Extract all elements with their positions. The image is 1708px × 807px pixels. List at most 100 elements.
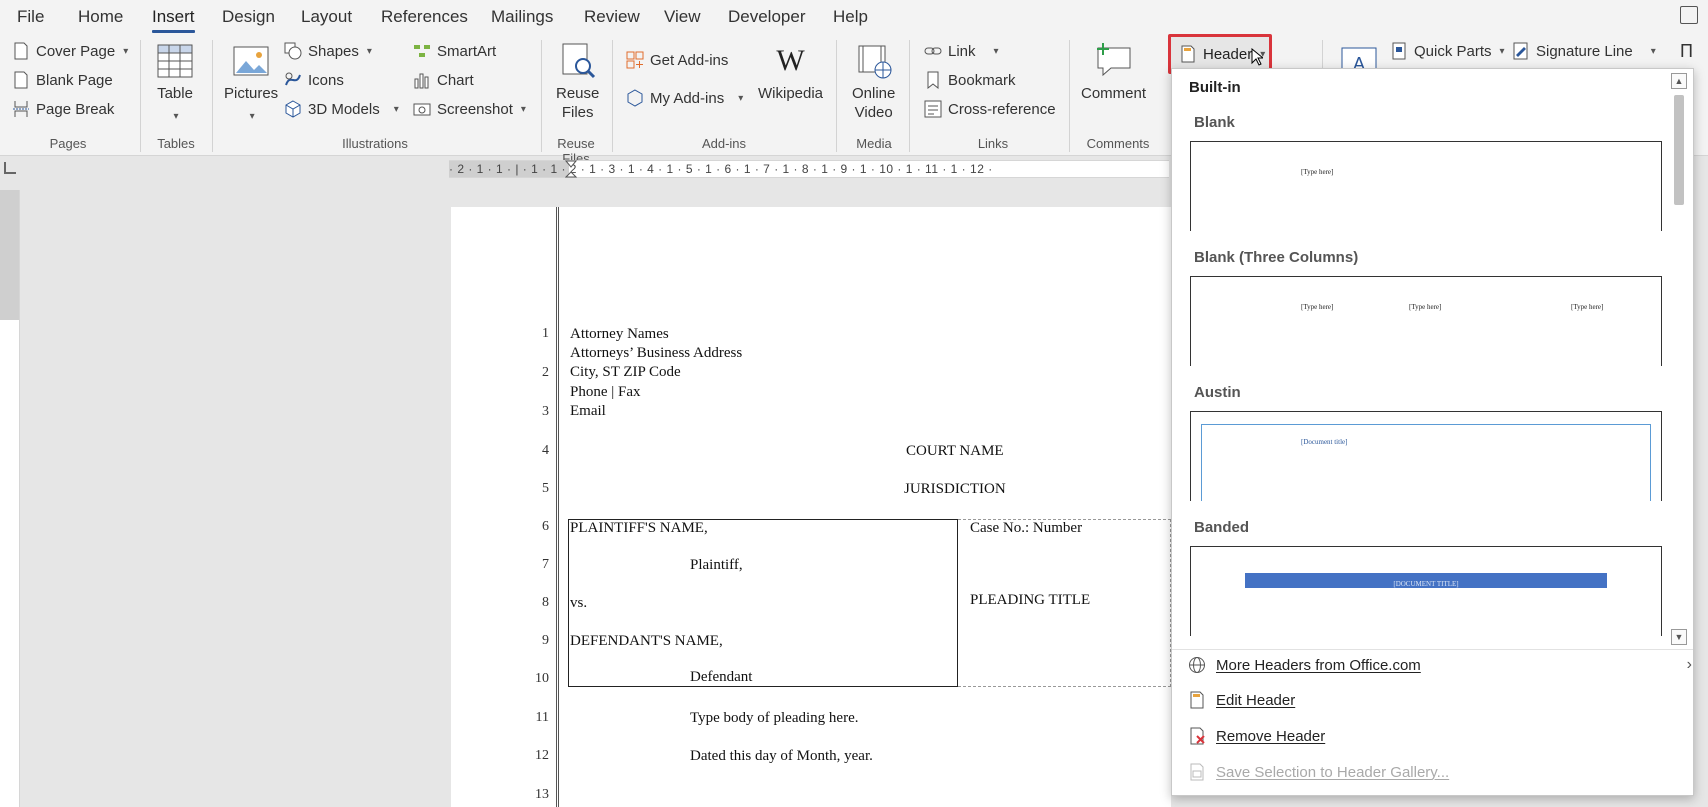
dated-line[interactable]: Dated this day of Month, year. [690, 748, 873, 765]
jurisdiction[interactable]: JURISDICTION [904, 481, 1006, 498]
online-video-button[interactable]: Online Video [852, 42, 895, 122]
tab-selector-icon[interactable] [4, 162, 16, 174]
icons-button[interactable]: Icons [284, 71, 344, 89]
more-headers-menu-item[interactable]: More Headers from Office.com › [1188, 656, 1692, 674]
comment-button[interactable]: Comment [1081, 42, 1146, 103]
bookmark-label: Bookmark [948, 71, 1016, 89]
business-address[interactable]: Attorneys’ Business Address [570, 345, 742, 362]
plaintiff-label[interactable]: Plaintiff, [690, 557, 743, 574]
shapes-button[interactable]: Shapes ▾ [284, 42, 372, 60]
document-page[interactable]: 1 2 3 4 5 6 7 8 9 10 11 12 13 Attorney N… [451, 207, 1171, 807]
link-button[interactable]: Link ▾ [924, 42, 999, 60]
pi-icon: Π [1680, 41, 1693, 61]
placeholder-text: [Type here] [1571, 303, 1604, 311]
save-selection-menu-item[interactable]: Save Selection to Header Gallery... [1188, 763, 1449, 781]
wikipedia-button[interactable]: W Wikipedia [758, 42, 823, 103]
get-add-ins-button[interactable]: Get Add-ins [626, 51, 728, 69]
pictures-icon [233, 46, 269, 76]
equation-button[interactable]: Π [1680, 42, 1698, 60]
header-icon [1181, 45, 1195, 63]
edit-header-menu-item[interactable]: Edit Header [1188, 691, 1295, 709]
plaintiff-name[interactable]: PLAINTIFF'S NAME, [570, 520, 708, 537]
group-links-label: Links [977, 136, 1009, 151]
tab-file[interactable]: File [17, 7, 44, 27]
phone-fax[interactable]: Phone | Fax [570, 384, 641, 401]
line-number: 11 [535, 710, 549, 725]
indent-marker-icon[interactable] [565, 157, 577, 183]
austin-frame [1201, 424, 1651, 501]
icons-icon [285, 72, 301, 86]
tab-home[interactable]: Home [78, 7, 123, 27]
pictures-button[interactable]: Pictures ▾ [224, 42, 278, 126]
globe-icon [1189, 657, 1205, 673]
cover-page-icon [14, 42, 28, 60]
line-number: 5 [542, 481, 549, 496]
body-text[interactable]: Type body of pleading here. [690, 710, 858, 727]
placeholder-text: [Type here] [1301, 303, 1334, 311]
tab-help[interactable]: Help [833, 7, 868, 27]
tab-layout[interactable]: Layout [301, 7, 352, 27]
link-label: Link [948, 42, 976, 60]
line-number: 8 [542, 595, 549, 610]
placeholder-text: [DOCUMENT TITLE] [1393, 580, 1459, 588]
chart-button[interactable]: Chart [413, 71, 474, 89]
link-icon [924, 47, 942, 55]
more-headers-label: More Headers from Office.com [1216, 656, 1421, 674]
court-name[interactable]: COURT NAME [906, 443, 1004, 460]
tab-references[interactable]: References [381, 7, 468, 27]
defendant-name[interactable]: DEFENDANT'S NAME, [570, 633, 723, 650]
scrollbar-thumb[interactable] [1674, 95, 1684, 205]
line-number: 6 [542, 519, 549, 534]
wikipedia-label: Wikipedia [758, 85, 824, 102]
vs-label[interactable]: vs. [570, 595, 587, 612]
quick-parts-button[interactable]: Quick Parts ▾ [1390, 42, 1505, 60]
pleading-title[interactable]: PLEADING TITLE [970, 592, 1090, 609]
ribbon-divider [140, 40, 141, 152]
defendant-label[interactable]: Defendant [690, 669, 752, 686]
cross-reference-button[interactable]: Cross-reference [924, 100, 1056, 118]
chevron-down-icon: ▾ [993, 45, 999, 57]
3d-models-button[interactable]: 3D Models ▾ [284, 100, 399, 118]
share-icon[interactable] [1680, 6, 1698, 24]
edit-header-icon [1190, 691, 1204, 709]
page-break-button[interactable]: Page Break [12, 100, 114, 118]
header-option-austin[interactable]: [Document title] [1190, 411, 1662, 501]
screenshot-button[interactable]: Screenshot ▾ [413, 100, 526, 118]
attorney-names[interactable]: Attorney Names [570, 326, 669, 343]
blank-page-button[interactable]: Blank Page [12, 71, 113, 89]
tab-design[interactable]: Design [222, 7, 275, 27]
bookmark-button[interactable]: Bookmark [924, 71, 1016, 89]
smartart-button[interactable]: SmartArt [413, 42, 496, 60]
get-add-ins-label: Get Add-ins [650, 51, 729, 69]
tab-mailings[interactable]: Mailings [491, 7, 553, 27]
table-button[interactable]: Table ▾ [156, 42, 194, 126]
gallery-section-austin: Austin [1194, 384, 1241, 401]
tab-review[interactable]: Review [584, 7, 640, 27]
case-number[interactable]: Case No.: Number [970, 520, 1082, 537]
reuse-files-button[interactable]: Reuse Files [556, 42, 599, 122]
header-option-blank-three-columns[interactable]: [Type here] [Type here] [Type here] [1190, 276, 1662, 366]
smartart-label: SmartArt [437, 42, 497, 60]
header-option-blank[interactable]: [Type here] [1190, 141, 1662, 231]
screenshot-label: Screenshot [437, 100, 513, 118]
tab-developer[interactable]: Developer [728, 7, 806, 27]
tab-insert[interactable]: Insert [152, 7, 195, 33]
scroll-down-icon[interactable]: ▼ [1671, 629, 1687, 645]
signature-line-button[interactable]: Signature Line ▾ [1512, 42, 1656, 60]
city-line[interactable]: City, ST ZIP Code [570, 364, 681, 381]
tab-view[interactable]: View [664, 7, 701, 27]
header-option-banded[interactable]: [DOCUMENT TITLE] [1190, 546, 1662, 636]
remove-header-menu-item[interactable]: Remove Header [1188, 727, 1325, 745]
vertical-ruler[interactable] [0, 190, 20, 807]
ruler-margin-area [0, 190, 19, 320]
my-add-ins-button[interactable]: My Add-ins ▾ [626, 89, 743, 107]
gallery-section-banded: Banded [1194, 519, 1250, 536]
scroll-up-icon[interactable]: ▲ [1671, 73, 1687, 89]
email-line[interactable]: Email [570, 403, 606, 420]
chevron-down-icon: ▾ [1650, 45, 1656, 57]
cover-page-button[interactable]: Cover Page ▾ [12, 42, 128, 60]
gallery-scrollbar[interactable]: ▲ ▼ [1671, 73, 1687, 645]
chevron-down-icon: ▾ [123, 45, 129, 57]
horizontal-ruler[interactable]: · 2 · 1 · 1 · | · 1 · 1 · 2 · 1 · 3 · 1 … [449, 160, 1169, 178]
chevron-down-icon: ▾ [366, 45, 372, 57]
